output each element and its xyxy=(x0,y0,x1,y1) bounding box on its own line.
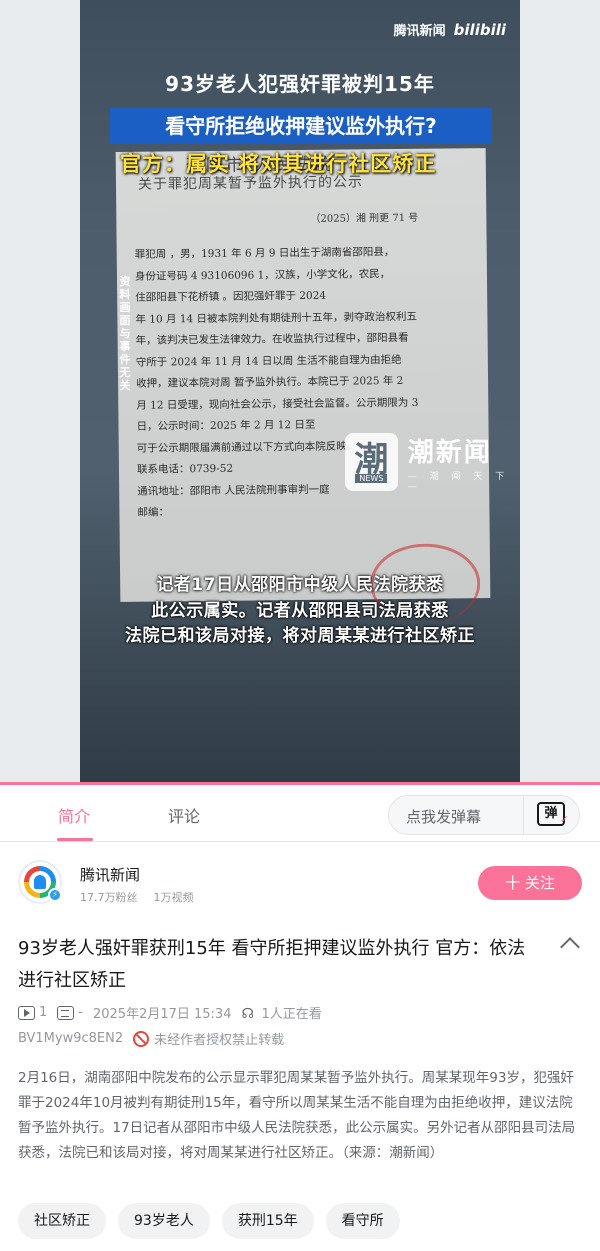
bvid-row: BV1Myw9c8EN2 未经作者授权禁止转载 xyxy=(18,1029,284,1048)
chaonews-watermark: 潮 NEWS 潮新闻 — 潮 闻 天 下 — xyxy=(345,432,520,492)
watching-count: 1人正在看 xyxy=(261,1007,322,1022)
video-player[interactable]: 邵阳市 人民法院 关于罪犯周某暂予监外执行的公示 （2025）湘 刑更 71 号… xyxy=(0,0,600,785)
document-line: 邮编： xyxy=(137,506,169,519)
watermark-news: NEWS xyxy=(355,473,388,483)
publish-date: 2025年2月17日 15:34 xyxy=(92,1007,232,1022)
source-logo: 腾讯新闻 bilibili xyxy=(394,20,506,39)
watching-icon: ☊ xyxy=(241,1005,254,1022)
headline-line-3: 官方：属实 将对其进行社区矫正 xyxy=(120,152,437,176)
verified-badge-icon: ⚡ xyxy=(48,888,62,902)
danmaku-count: - xyxy=(78,1005,83,1020)
uploader-name[interactable]: 腾讯新闻 xyxy=(80,864,140,885)
tag-chip[interactable]: 看守所 xyxy=(325,1203,400,1239)
video-count: 1万视频 xyxy=(153,891,194,904)
danmaku-placeholder: 点我发弹幕 xyxy=(406,808,482,826)
tag-list: 社区矫正 93岁老人 获刑15年 看守所 xyxy=(18,1203,412,1239)
video-description: 2月16日，湖南邵阳中院发布的公示显示罪犯周某某暂予监外执行。周某某现年93岁，… xyxy=(18,1070,576,1161)
copyright-notice: 未经作者授权禁止转载 xyxy=(154,1033,285,1048)
danmaku-toggle-icon[interactable]: 弹 ✓ xyxy=(537,802,569,826)
divider xyxy=(523,796,524,834)
side-disclaimer: 资料画面与事件无关 xyxy=(119,275,131,392)
subtitle-line-1: 记者17日从邵阳市中级人民法院获悉 xyxy=(156,575,444,595)
video-title: 93岁老人强奸罪获刑15年 看守所拒押建议监外执行 官方：依法进行社区矫正 xyxy=(18,938,526,991)
headline-line-2: 看守所拒绝收押建议监外执行? xyxy=(110,108,492,144)
document-ref: （2025）湘 刑更 71 号 xyxy=(310,212,419,225)
check-icon: ✓ xyxy=(559,813,569,826)
source-label: 腾讯新闻 xyxy=(393,24,446,39)
active-tab-indicator xyxy=(57,838,93,841)
play-count: 1 xyxy=(39,1005,48,1020)
tab-intro[interactable]: 简介 xyxy=(58,803,90,827)
subtitle-line-3: 法院已和该局对接，将对周某某进行社区矫正 xyxy=(125,626,475,646)
subtitle-line-2: 此公示属实。记者从邵阳县司法局获悉 xyxy=(151,601,449,621)
chaonews-logo-icon: 潮 NEWS xyxy=(345,433,398,491)
danmaku-input[interactable]: 点我发弹幕 弹 ✓ xyxy=(388,795,580,835)
court-document-image: 邵阳市 人民法院 关于罪犯周某暂予监外执行的公示 （2025）湘 刑更 71 号… xyxy=(115,148,491,625)
person-icon xyxy=(34,875,46,889)
bvid[interactable]: BV1Myw9c8EN2 xyxy=(18,1031,123,1046)
watermark-slogan: — 潮 闻 天 下 — xyxy=(407,472,510,492)
no-repost-icon xyxy=(133,1030,150,1047)
chevron-up-icon[interactable] xyxy=(560,937,580,957)
tag-chip[interactable]: 社区矫正 xyxy=(18,1203,106,1239)
uploader-stats: 17.7万粉丝 1万视频 xyxy=(80,889,194,905)
danmaku-icon-label: 弹 xyxy=(544,806,558,821)
danmaku-count-icon xyxy=(57,1005,75,1020)
fans-count: 17.7万粉丝 xyxy=(80,891,138,904)
tab-comment[interactable]: 评论 xyxy=(168,803,200,827)
play-count-icon xyxy=(18,1005,35,1020)
video-meta: 1 - 2025年2月17日 15:34 ☊ 1人正在看 xyxy=(18,1003,322,1022)
watermark-char: 潮 xyxy=(354,439,389,480)
headline-line-1: 93岁老人犯强奸罪被判15年 xyxy=(165,72,435,96)
tag-chip[interactable]: 获刑15年 xyxy=(221,1203,314,1239)
bilibili-logo: bilibili xyxy=(453,21,506,39)
follow-button[interactable]: 十 关注 xyxy=(478,866,582,900)
watermark-name: 潮新闻 xyxy=(407,438,492,468)
video-frame[interactable]: 邵阳市 人民法院 关于罪犯周某暂予监外执行的公示 （2025）湘 刑更 71 号… xyxy=(80,0,520,785)
tag-chip[interactable]: 93岁老人 xyxy=(118,1203,210,1239)
